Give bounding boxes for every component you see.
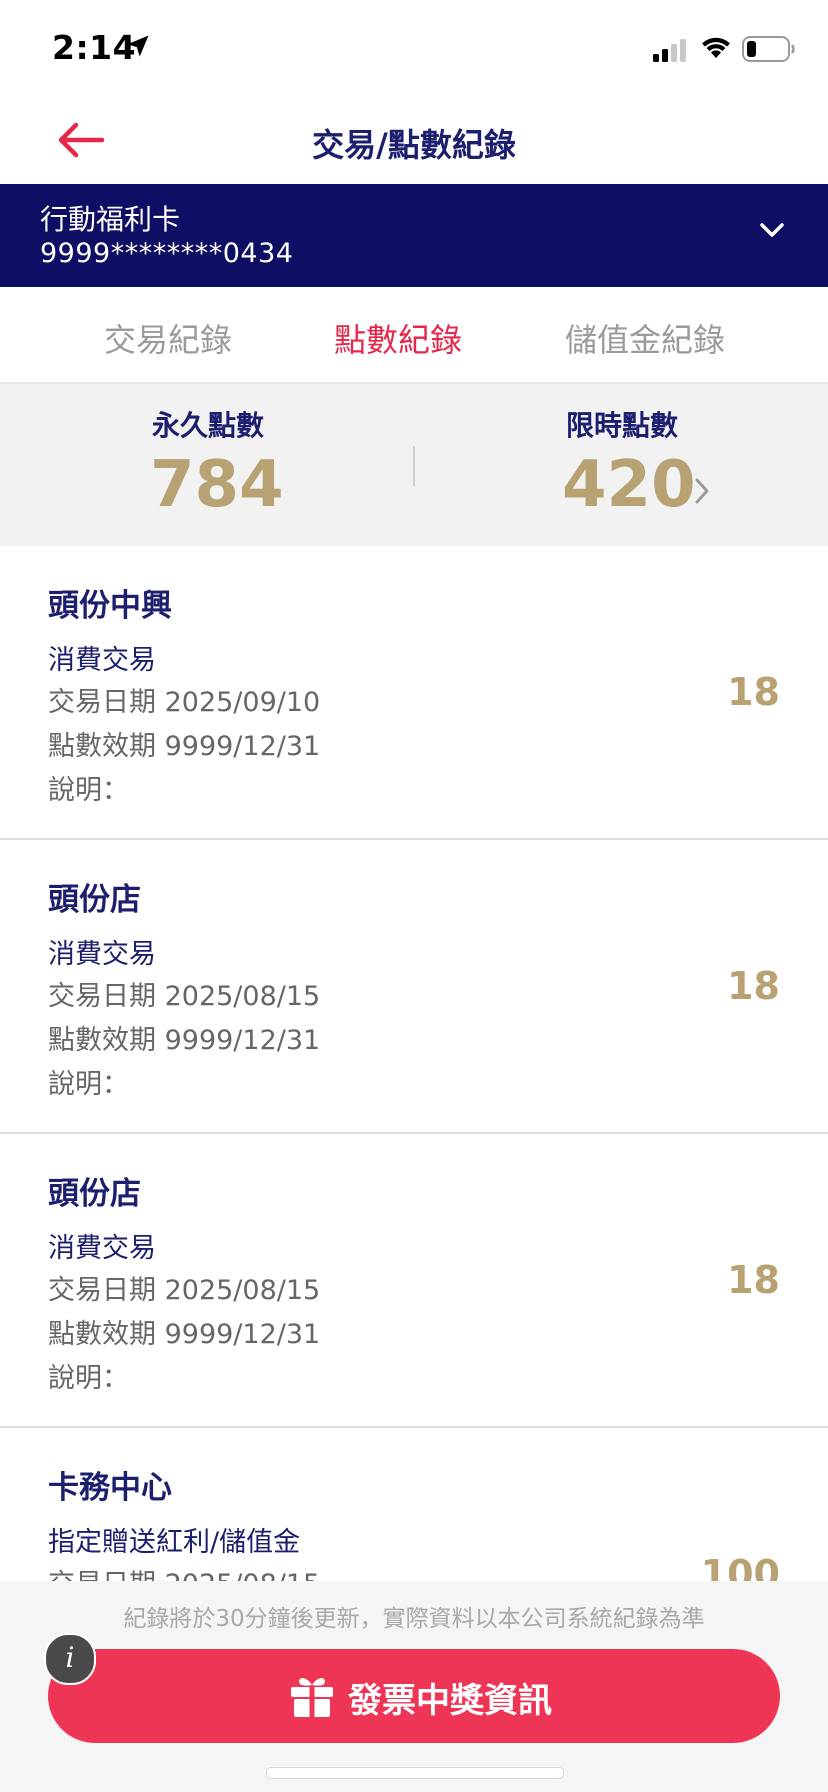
gift-icon bbox=[291, 1678, 333, 1717]
record-store: 卡務中心 bbox=[48, 1470, 172, 1506]
record-type: 消費交易 bbox=[48, 645, 156, 676]
record-type: 消費交易 bbox=[48, 1233, 156, 1264]
points-record-list: 頭份中興 消費交易 交易日期 2025/09/10 點數效期 9999/12/3… bbox=[0, 546, 828, 1720]
list-item: 頭份店 消費交易 交易日期 2025/08/15 點數效期 9999/12/31… bbox=[0, 840, 828, 1134]
home-indicator bbox=[266, 1767, 564, 1779]
record-date: 交易日期 2025/08/15 bbox=[48, 981, 321, 1012]
info-icon[interactable]: i bbox=[44, 1633, 96, 1685]
list-item: 頭份中興 消費交易 交易日期 2025/09/10 點數效期 9999/12/3… bbox=[0, 546, 828, 840]
tab-transactions[interactable]: 交易紀錄 bbox=[104, 315, 232, 361]
page-title: 交易/點數紀錄 bbox=[312, 126, 516, 164]
record-points: 18 bbox=[727, 964, 780, 1008]
update-notice: 紀錄將於30分鐘後更新，實際資料以本公司系統紀錄為準 bbox=[123, 1606, 705, 1632]
divider bbox=[413, 446, 415, 486]
record-date: 交易日期 2025/08/15 bbox=[48, 1275, 321, 1306]
record-note: 說明： bbox=[48, 1069, 129, 1100]
record-expiry: 點數效期 9999/12/31 bbox=[48, 1319, 321, 1350]
limited-points-label: 限時點數 bbox=[566, 409, 679, 442]
record-type: 指定贈送紅利/儲值金 bbox=[48, 1527, 301, 1558]
location-arrow-icon bbox=[127, 35, 149, 57]
record-note: 說明： bbox=[48, 1363, 129, 1394]
bottom-panel: 紀錄將於30分鐘後更新，實際資料以本公司系統紀錄為準 發票中獎資訊 i bbox=[0, 1581, 828, 1792]
points-summary: 永久點數 784 限時點數 420 bbox=[0, 384, 828, 546]
record-note: 說明： bbox=[48, 775, 129, 806]
permanent-points-label: 永久點數 bbox=[152, 409, 265, 442]
record-points: 18 bbox=[727, 670, 780, 714]
card-number: 9999********0434 bbox=[40, 238, 294, 269]
status-bar: 2:14 bbox=[0, 0, 828, 100]
permanent-points-value: 784 bbox=[150, 448, 284, 522]
battery-icon bbox=[742, 36, 795, 62]
invoice-prize-button[interactable]: 發票中獎資訊 bbox=[48, 1649, 780, 1743]
card-selector[interactable]: 行動福利卡 9999********0434 bbox=[0, 184, 828, 287]
card-name: 行動福利卡 bbox=[40, 203, 181, 236]
chevron-right-icon[interactable] bbox=[692, 476, 712, 506]
record-store: 頭份店 bbox=[48, 1176, 141, 1212]
wifi-icon bbox=[702, 37, 730, 58]
record-expiry: 點數效期 9999/12/31 bbox=[48, 1025, 321, 1056]
record-store: 頭份中興 bbox=[48, 588, 172, 624]
record-date: 交易日期 2025/09/10 bbox=[48, 687, 321, 718]
record-type: 消費交易 bbox=[48, 939, 156, 970]
cellular-signal-icon bbox=[653, 39, 686, 62]
tab-stored-value[interactable]: 儲值金紀錄 bbox=[565, 315, 725, 361]
record-expiry: 點數效期 9999/12/31 bbox=[48, 731, 321, 762]
list-item: 頭份店 消費交易 交易日期 2025/08/15 點數效期 9999/12/31… bbox=[0, 1134, 828, 1428]
limited-points-value[interactable]: 420 bbox=[562, 448, 696, 522]
tab-points[interactable]: 點數紀錄 bbox=[334, 315, 462, 361]
record-tabs: 交易紀錄 點數紀錄 儲值金紀錄 bbox=[0, 287, 828, 384]
invoice-prize-label: 發票中獎資訊 bbox=[348, 1681, 552, 1721]
record-store: 頭份店 bbox=[48, 882, 141, 918]
chevron-down-icon[interactable] bbox=[758, 220, 786, 240]
record-points: 18 bbox=[727, 1258, 780, 1302]
nav-header: 交易/點數紀錄 bbox=[0, 100, 828, 184]
